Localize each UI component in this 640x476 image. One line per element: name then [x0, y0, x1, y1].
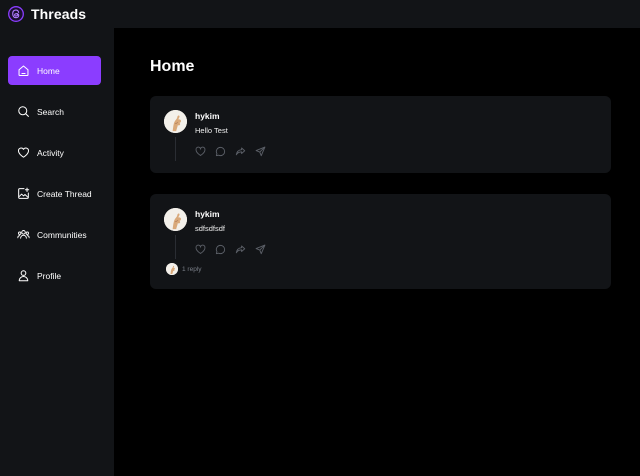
- send-icon[interactable]: [255, 146, 266, 157]
- search-icon: [18, 106, 29, 117]
- like-heart-icon[interactable]: [195, 244, 206, 255]
- send-icon[interactable]: [255, 244, 266, 255]
- main-content: Home hykim Hello Test hykim sdfsdfsdf 1 …: [114, 28, 640, 476]
- reply-avatar: [166, 263, 178, 275]
- top-bar: Threads: [0, 0, 640, 28]
- app-brand: Threads: [31, 6, 87, 22]
- sidebar-item-label: Create Thread: [37, 188, 92, 199]
- repost-share-icon[interactable]: [235, 244, 246, 255]
- avatar[interactable]: [164, 208, 187, 231]
- thread-line: [175, 235, 176, 259]
- thread-line: [175, 137, 176, 161]
- thread-actions: [195, 244, 266, 255]
- thread-card: hykim sdfsdfsdf 1 reply: [150, 194, 611, 289]
- sidebar-item-label: Home: [37, 65, 60, 76]
- sidebar-item-activity[interactable]: Activity: [8, 138, 101, 167]
- thread-text: sdfsdfsdf: [195, 224, 226, 233]
- sidebar-item-create-thread[interactable]: Create Thread: [8, 179, 101, 208]
- profile-icon: [18, 270, 29, 282]
- communities-icon: [17, 230, 30, 239]
- thread-author[interactable]: hykim: [195, 209, 220, 219]
- left-sidebar: Home Search Activity Create Thread Commu…: [0, 28, 114, 476]
- repost-share-icon[interactable]: [235, 146, 246, 157]
- reply-comment-icon[interactable]: [215, 244, 226, 255]
- like-heart-icon[interactable]: [195, 146, 206, 157]
- thread-author[interactable]: hykim: [195, 111, 220, 121]
- sidebar-item-label: Communities: [37, 229, 87, 240]
- sidebar-item-label: Profile: [37, 270, 62, 281]
- avatar[interactable]: [164, 110, 187, 133]
- page-title: Home: [150, 58, 195, 75]
- create-thread-icon: [18, 187, 30, 199]
- thread-text: Hello Test: [195, 126, 228, 135]
- reply-summary[interactable]: 1 reply: [166, 263, 202, 275]
- sidebar-item-search[interactable]: Search: [8, 97, 101, 126]
- sidebar-item-profile[interactable]: Profile: [8, 261, 101, 290]
- heart-icon: [17, 147, 30, 158]
- thread-actions: [195, 146, 266, 157]
- sidebar-item-communities[interactable]: Communities: [8, 220, 101, 249]
- sidebar-item-label: Activity: [37, 147, 64, 158]
- threads-logo-icon[interactable]: [8, 6, 24, 22]
- reply-count-link[interactable]: 1 reply: [182, 266, 202, 273]
- thread-card: hykim Hello Test: [150, 96, 611, 173]
- home-icon: [18, 65, 29, 77]
- sidebar-item-home[interactable]: Home: [8, 56, 101, 85]
- reply-comment-icon[interactable]: [215, 146, 226, 157]
- sidebar-item-label: Search: [37, 106, 64, 117]
